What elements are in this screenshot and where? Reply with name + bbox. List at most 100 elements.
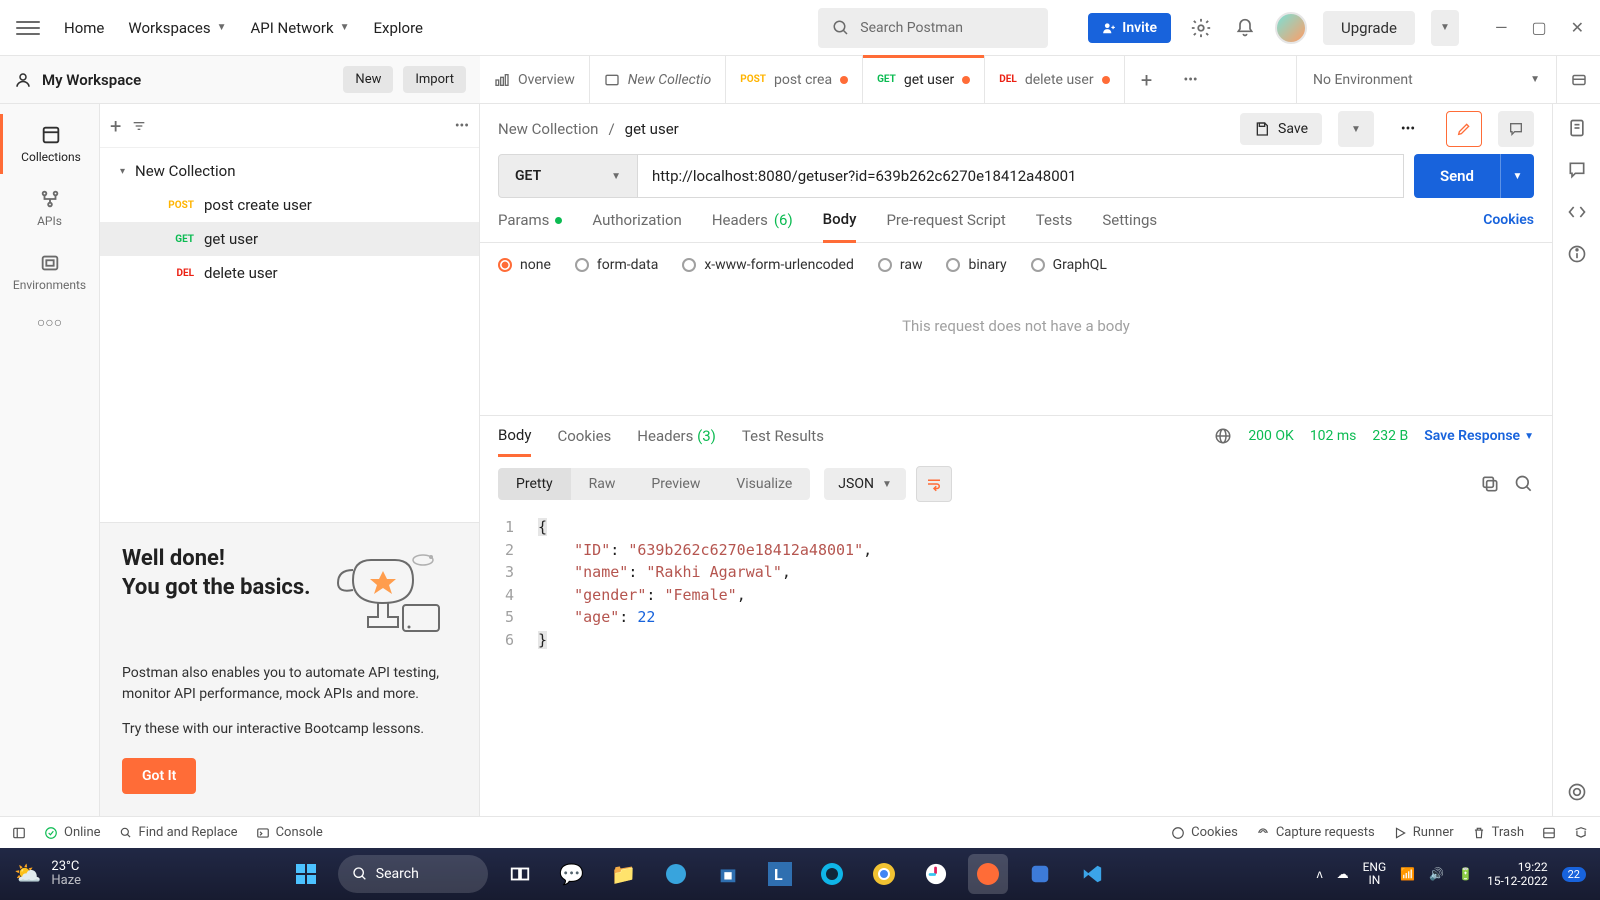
comment-button[interactable] [1498, 111, 1534, 147]
globe-icon[interactable] [1214, 427, 1232, 445]
edit-button[interactable] [1446, 111, 1482, 147]
user-avatar[interactable] [1275, 12, 1307, 44]
window-maximize[interactable]: ▢ [1531, 18, 1546, 37]
environment-selector[interactable]: No Environment ▼ [1296, 56, 1556, 103]
resp-tab-tests[interactable]: Test Results [742, 427, 824, 455]
weather-widget[interactable]: ⛅ 23°CHaze [14, 860, 81, 889]
nav-api-network[interactable]: API Network▼ [250, 19, 349, 37]
req-tab-tests[interactable]: Tests [1036, 211, 1073, 241]
app-chat[interactable]: 💬 [552, 854, 592, 894]
body-type-none[interactable]: none [498, 257, 551, 273]
code-icon[interactable] [1567, 202, 1587, 222]
request-row-post[interactable]: POST post create user [100, 188, 479, 222]
body-type-binary[interactable]: binary [946, 257, 1006, 273]
upgrade-button[interactable]: Upgrade [1323, 11, 1415, 45]
req-tab-settings[interactable]: Settings [1102, 211, 1157, 241]
app-store[interactable] [708, 854, 748, 894]
app-chrome[interactable] [864, 854, 904, 894]
wrap-lines-button[interactable] [916, 466, 952, 502]
app-vscode[interactable] [1072, 854, 1112, 894]
related-icon[interactable] [1567, 782, 1587, 802]
sidebar-options[interactable]: ••• [455, 118, 469, 134]
online-status[interactable]: Online [44, 825, 101, 840]
app-l[interactable]: L [760, 854, 800, 894]
tab-overview[interactable]: Overview [480, 56, 590, 103]
language-indicator[interactable]: ENGIN [1363, 861, 1387, 887]
trash-button[interactable]: Trash [1472, 825, 1524, 840]
start-button[interactable] [286, 854, 326, 894]
tray-onedrive[interactable]: ☁ [1337, 867, 1349, 881]
tab-post-create[interactable]: POST post crea [726, 56, 863, 103]
view-pretty[interactable]: Pretty [498, 468, 571, 500]
req-tab-headers[interactable]: Headers (6) [712, 211, 793, 241]
tray-wifi[interactable]: 📶 [1400, 867, 1415, 881]
notification-count[interactable]: 22 [1562, 867, 1586, 882]
collection-row[interactable]: ▾ New Collection [100, 154, 479, 188]
cookies-link[interactable]: Cookies [1483, 212, 1534, 240]
filter-input[interactable] [131, 118, 444, 134]
tab-get-user[interactable]: GET get user [863, 56, 985, 103]
tray-volume[interactable]: 🔊 [1429, 867, 1444, 881]
save-dropdown[interactable]: ▼ [1338, 111, 1374, 147]
tab-collection[interactable]: New Collectio [590, 56, 727, 103]
request-row-get[interactable]: GET get user [100, 222, 479, 256]
tray-battery[interactable]: 🔋 [1458, 867, 1473, 881]
window-minimize[interactable]: — [1495, 18, 1508, 37]
request-row-delete[interactable]: DEL delete user [100, 256, 479, 290]
create-collection-button[interactable]: + [110, 114, 121, 138]
req-tab-prereq[interactable]: Pre-request Script [886, 211, 1005, 241]
task-view[interactable] [500, 854, 540, 894]
format-selector[interactable]: JSON▼ [824, 468, 906, 500]
send-dropdown[interactable]: ▼ [1500, 154, 1534, 198]
find-replace[interactable]: Find and Replace [119, 825, 238, 840]
global-search[interactable]: Search Postman [818, 8, 1048, 48]
app-slack[interactable] [916, 854, 956, 894]
req-tab-body[interactable]: Body [823, 210, 857, 243]
nav-home[interactable]: Home [64, 19, 104, 37]
resp-tab-body[interactable]: Body [498, 426, 531, 457]
environment-quicklook[interactable] [1556, 56, 1600, 103]
window-close[interactable]: ✕ [1571, 18, 1584, 37]
app-studio[interactable] [1020, 854, 1060, 894]
body-type-formdata[interactable]: form-data [575, 257, 658, 273]
save-response-button[interactable]: Save Response ▼ [1424, 428, 1534, 444]
req-tab-auth[interactable]: Authorization [592, 211, 681, 241]
view-preview[interactable]: Preview [633, 468, 718, 500]
app-postman[interactable] [968, 854, 1008, 894]
documentation-icon[interactable] [1567, 118, 1587, 138]
taskbar-search[interactable]: Search [338, 855, 488, 893]
cookies-status[interactable]: Cookies [1171, 825, 1238, 840]
app-alexa[interactable] [812, 854, 852, 894]
response-body[interactable]: 1{ 2 "ID": "639b262c6270e18412a48001", 3… [480, 512, 1552, 671]
tray-chevron[interactable]: ʌ [1317, 867, 1323, 881]
new-tab-button[interactable]: + [1125, 56, 1169, 103]
send-button[interactable]: Send ▼ [1414, 154, 1534, 198]
app-explorer[interactable]: 📁 [604, 854, 644, 894]
body-type-raw[interactable]: raw [878, 257, 923, 273]
got-it-button[interactable]: Got It [122, 758, 196, 794]
rail-collections[interactable]: Collections [0, 114, 99, 174]
invite-button[interactable]: Invite [1088, 13, 1171, 43]
import-button[interactable]: Import [403, 66, 466, 93]
body-type-graphql[interactable]: GraphQL [1031, 257, 1107, 273]
help-button[interactable] [1574, 825, 1588, 840]
info-icon[interactable] [1567, 244, 1587, 264]
breadcrumb-parent[interactable]: New Collection [498, 120, 598, 138]
view-raw[interactable]: Raw [571, 468, 634, 500]
sidebar-toggle[interactable] [12, 826, 26, 840]
clock[interactable]: 19:2215-12-2022 [1487, 860, 1548, 889]
rail-more[interactable]: ○○○ [37, 314, 62, 331]
tab-delete-user[interactable]: DEL delete user [985, 56, 1124, 103]
tab-options-button[interactable]: ••• [1169, 56, 1213, 103]
nav-explore[interactable]: Explore [374, 19, 424, 37]
view-visualize[interactable]: Visualize [718, 468, 810, 500]
menu-button[interactable] [16, 16, 40, 40]
req-tab-params[interactable]: Params [498, 211, 562, 241]
upgrade-dropdown[interactable]: ▼ [1431, 10, 1459, 46]
rail-apis[interactable]: APIs [0, 178, 99, 238]
rail-environments[interactable]: Environments [0, 242, 99, 302]
layout-toggle[interactable] [1542, 825, 1556, 840]
resp-tab-headers[interactable]: Headers (3) [637, 427, 716, 455]
body-type-urlencoded[interactable]: x-www-form-urlencoded [682, 257, 854, 273]
comments-icon[interactable] [1567, 160, 1587, 180]
